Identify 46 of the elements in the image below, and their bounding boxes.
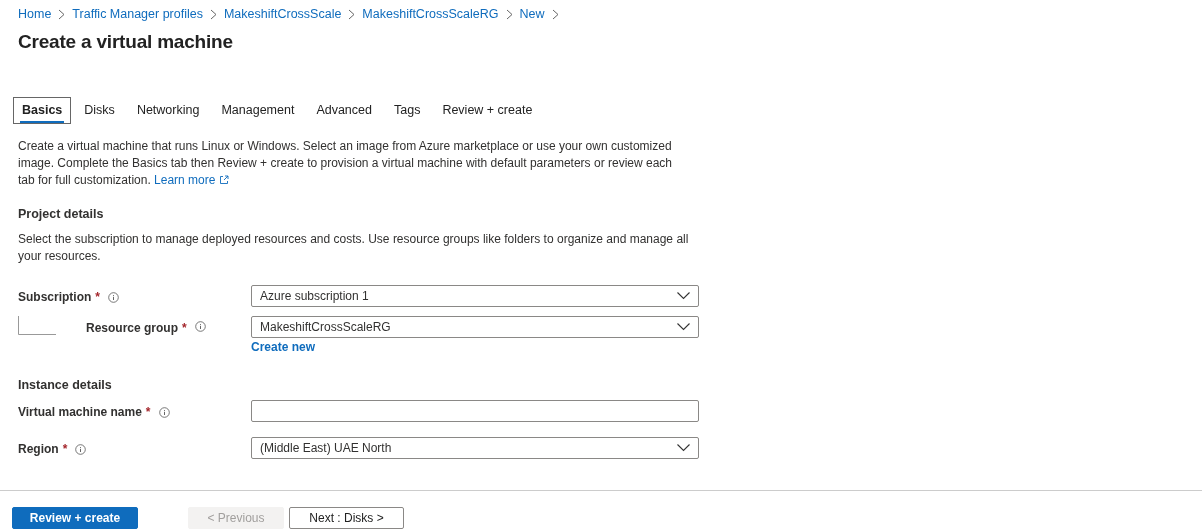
- required-mark: *: [182, 321, 187, 335]
- breadcrumb-link[interactable]: MakeshiftCrossScaleRG: [362, 7, 499, 21]
- tab[interactable]: Management: [212, 97, 304, 124]
- dropdown[interactable]: Azure subscription 1: [251, 285, 699, 307]
- tab[interactable]: Basics: [13, 97, 72, 124]
- intro-text: Create a virtual machine that runs Linux or Windows. Select an image from Azure marketplace or use your own customized image. Complete the Basics tab then Review + create to provision a virtual machine with default parameters or review each tab for full customization. Learn more: [18, 138, 673, 189]
- field-label: Resource group: [86, 321, 178, 335]
- tab[interactable]: Advanced: [307, 97, 381, 124]
- chevron-right-icon: [348, 8, 356, 20]
- chevron-down-icon: [677, 444, 690, 452]
- required-mark: *: [145, 405, 151, 419]
- chevron-right-icon: [58, 8, 66, 20]
- required-mark: *: [95, 290, 100, 304]
- button[interactable]: Review + create: [12, 507, 138, 529]
- required-mark: *: [62, 442, 68, 456]
- breadcrumb-link[interactable]: MakeshiftCrossScale: [223, 7, 342, 21]
- external-link-icon: [218, 175, 229, 185]
- button[interactable]: Next : Disks >: [289, 507, 404, 529]
- learn-more-link[interactable]: Learn more: [154, 173, 229, 187]
- field-label: Virtual machine name: [18, 405, 142, 419]
- dropdown[interactable]: MakeshiftCrossScaleRG: [251, 316, 699, 338]
- tab[interactable]: Tags: [385, 97, 430, 124]
- info-icon: [194, 321, 206, 332]
- info-icon: [75, 444, 87, 455]
- tab[interactable]: Disks: [75, 97, 124, 124]
- breadcrumb-link[interactable]: Home: [18, 7, 52, 21]
- field-label: Region: [18, 442, 59, 456]
- page-title: Create a virtual machine: [18, 31, 234, 53]
- chevron-right-icon: [551, 8, 559, 20]
- tab[interactable]: Networking: [127, 97, 209, 124]
- create-new-link[interactable]: Create new: [251, 340, 699, 354]
- section-heading: Instance details: [18, 378, 113, 392]
- chevron-down-icon: [677, 323, 690, 331]
- breadcrumb-link[interactable]: New: [519, 7, 545, 21]
- dropdown[interactable]: (Middle East) UAE North: [251, 437, 699, 459]
- tab[interactable]: Review + create: [433, 97, 542, 124]
- field-label: Subscription: [18, 290, 92, 304]
- info-icon: [158, 407, 170, 418]
- chevron-down-icon: [677, 292, 690, 300]
- info-icon: [108, 292, 119, 303]
- breadcrumb-link[interactable]: Traffic Manager profiles: [72, 7, 203, 21]
- text-field[interactable]: [251, 400, 699, 422]
- chevron-right-icon: [209, 8, 217, 20]
- section-heading: Project details: [18, 207, 105, 221]
- chevron-right-icon: [505, 8, 513, 20]
- section-description: Select the subscription to manage deployed resources and costs. Use resource groups like folders to organize and manage all your resources.: [18, 231, 690, 265]
